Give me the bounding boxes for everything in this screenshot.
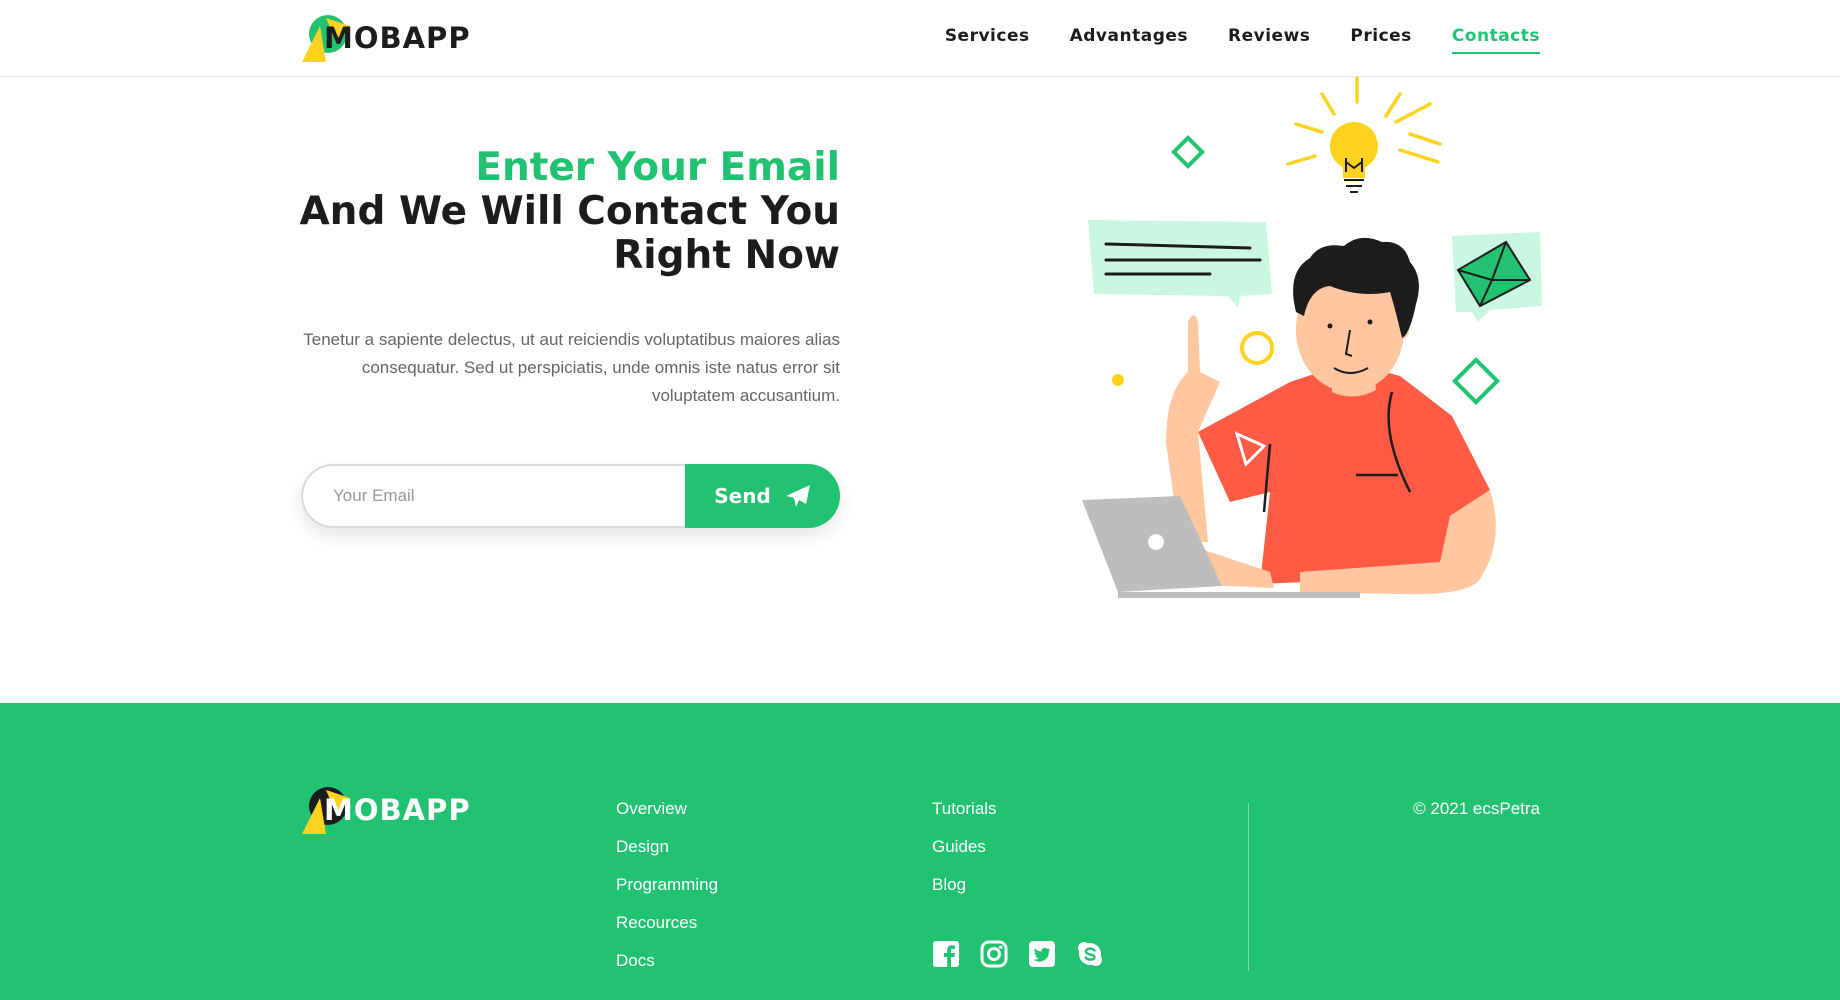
footer-link-docs[interactable]: Docs — [616, 950, 718, 972]
nav-item-advantages[interactable]: Advantages — [1070, 26, 1188, 54]
send-button[interactable]: Send — [685, 464, 840, 528]
hero-title-line2: And We Will Contact You — [299, 189, 841, 234]
hero-illustration — [1060, 72, 1570, 612]
nav-item-contacts[interactable]: Contacts — [1451, 26, 1540, 54]
footer-links-learn: Tutorials Guides Blog — [932, 798, 997, 896]
footer-logo[interactable]: MOBAPP — [300, 784, 471, 836]
site-header: MOBAPP Services Advantages Reviews Price… — [0, 0, 1840, 77]
hero-title: Enter Your Email And We Will Contact You… — [300, 146, 841, 278]
nav-item-reviews[interactable]: Reviews — [1228, 26, 1310, 54]
twitter-icon[interactable] — [1028, 940, 1056, 968]
logo-text: MOBAPP — [324, 21, 471, 55]
facebook-icon[interactable] — [932, 940, 960, 968]
footer-link-guides[interactable]: Guides — [932, 836, 997, 858]
social-links — [932, 940, 1104, 968]
main-nav: Services Advantages Reviews Prices Conta… — [945, 26, 1540, 54]
footer-link-blog[interactable]: Blog — [932, 874, 997, 896]
footer-link-design[interactable]: Design — [616, 836, 718, 858]
paper-plane-icon — [785, 485, 810, 507]
footer-link-programming[interactable]: Programming — [616, 874, 718, 896]
lightbulb-icon — [1286, 76, 1442, 178]
footer-logo-text: MOBAPP — [324, 793, 471, 827]
footer-divider — [1248, 803, 1249, 971]
email-input[interactable] — [301, 464, 685, 528]
footer-link-tutorials[interactable]: Tutorials — [932, 798, 997, 820]
footer-links-main: Overview Design Programming Recources Do… — [616, 798, 718, 972]
footer-link-overview[interactable]: Overview — [616, 798, 718, 820]
logo[interactable]: MOBAPP — [300, 12, 471, 64]
email-form: Send — [301, 464, 840, 528]
hero-title-green: Enter Your Email — [475, 145, 840, 190]
copyright-text: © 2021 ecsPetra — [1413, 799, 1540, 818]
nav-item-prices[interactable]: Prices — [1350, 26, 1411, 54]
instagram-icon[interactable] — [980, 940, 1008, 968]
hero-title-line3: Right Now — [613, 233, 840, 278]
skype-icon[interactable] — [1076, 940, 1104, 968]
site-footer: MOBAPP Overview Design Programming Recou… — [0, 703, 1840, 1000]
hero-description: Tenetur a sapiente delectus, ut aut reic… — [303, 330, 840, 405]
footer-link-resources[interactable]: Recources — [616, 912, 718, 934]
nav-item-services[interactable]: Services — [945, 26, 1030, 54]
send-button-label: Send — [714, 484, 771, 508]
